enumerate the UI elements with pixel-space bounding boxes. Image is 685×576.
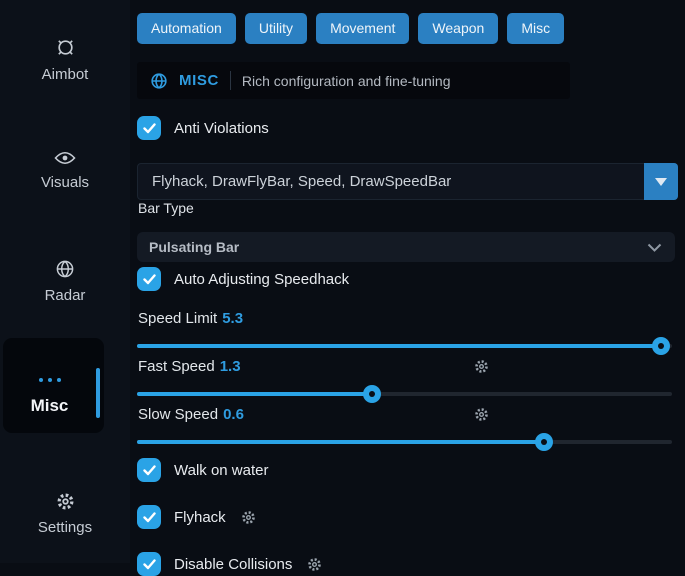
fast-speed-slider[interactable] (137, 392, 672, 396)
walk-on-water-checkbox[interactable] (137, 458, 161, 482)
gear-icon (474, 407, 489, 422)
features-select[interactable]: Flyhack, DrawFlyBar, Speed, DrawSpeedBar (137, 163, 678, 200)
active-indicator-bar (96, 368, 100, 418)
eye-icon (54, 150, 76, 166)
fast-speed-value: 1.3 (220, 358, 241, 375)
flyhack-label: Flyhack (174, 509, 226, 526)
disable-collisions-settings-button[interactable] (307, 557, 322, 572)
divider (230, 71, 231, 90)
fast-speed-settings-button[interactable] (474, 359, 489, 379)
slider-thumb[interactable] (652, 337, 670, 355)
disable-collisions-label: Disable Collisions (174, 556, 292, 573)
gear-icon (241, 510, 256, 525)
speed-limit-label: Speed Limit5.3 (138, 310, 243, 327)
check-icon (143, 465, 156, 476)
slow-speed-slider[interactable] (137, 440, 672, 444)
triangle-down-icon (655, 178, 667, 186)
slow-speed-settings-button[interactable] (474, 407, 489, 427)
globe-icon (150, 72, 168, 90)
walk-on-water-row: Walk on water (137, 458, 268, 482)
features-select-dropdown-button[interactable] (644, 163, 678, 200)
slow-speed-value: 0.6 (223, 406, 244, 423)
fast-speed-label: Fast Speed1.3 (138, 358, 241, 375)
slider-fill (137, 344, 661, 348)
section-header: MISC Rich configuration and fine-tuning (137, 62, 570, 99)
anti-violations-label: Anti Violations (174, 120, 269, 137)
ellipsis-icon (3, 378, 96, 382)
sidebar-item-aimbot[interactable]: Aimbot (0, 37, 130, 83)
sidebar-item-label: Settings (38, 519, 92, 536)
auto-adjusting-speedhack-checkbox[interactable] (137, 267, 161, 291)
slider-fill (137, 440, 544, 444)
sidebar-item-label: Visuals (41, 174, 89, 191)
speed-limit-value: 5.3 (222, 310, 243, 327)
sidebar-item-label: Aimbot (42, 66, 89, 83)
check-icon (143, 123, 156, 134)
disable-collisions-checkbox[interactable] (137, 552, 161, 576)
sidebar-item-visuals[interactable]: Visuals (0, 150, 130, 191)
speed-limit-slider[interactable] (137, 344, 672, 348)
tab-movement[interactable]: Movement (316, 13, 409, 44)
slider-thumb[interactable] (363, 385, 381, 403)
flyhack-checkbox[interactable] (137, 505, 161, 529)
flyhack-row: Flyhack (137, 505, 256, 529)
anti-violations-row: Anti Violations (137, 116, 269, 140)
flyhack-settings-button[interactable] (241, 510, 256, 525)
auto-adjusting-speedhack-label: Auto Adjusting Speedhack (174, 271, 349, 288)
chevron-down-icon (647, 243, 662, 252)
tab-utility[interactable]: Utility (245, 13, 307, 44)
check-icon (143, 512, 156, 523)
tab-weapon[interactable]: Weapon (418, 13, 498, 44)
features-select-value: Flyhack, DrawFlyBar, Speed, DrawSpeedBar (152, 164, 451, 199)
sidebar-item-radar[interactable]: Radar (0, 259, 130, 304)
check-icon (143, 559, 156, 570)
slow-speed-label: Slow Speed0.6 (138, 406, 244, 423)
sidebar-item-label: Radar (45, 287, 86, 304)
check-icon (143, 274, 156, 285)
section-title: MISC (179, 72, 219, 89)
sidebar-item-settings[interactable]: Settings (0, 492, 130, 536)
sidebar-item-misc[interactable]: Misc (3, 338, 104, 433)
auto-adjusting-speedhack-row: Auto Adjusting Speedhack (137, 267, 349, 291)
misc-panel: Automation Utility Movement Weapon Misc … (137, 0, 678, 563)
slider-thumb[interactable] (535, 433, 553, 451)
bar-type-select-value: Pulsating Bar (149, 232, 239, 262)
tab-misc[interactable]: Misc (507, 13, 564, 44)
slider-fill (137, 392, 372, 396)
gear-icon (56, 492, 75, 511)
section-subtitle: Rich configuration and fine-tuning (242, 73, 451, 89)
bar-type-label: Bar Type (138, 200, 194, 216)
sidebar-item-label: Misc (3, 396, 96, 416)
walk-on-water-label: Walk on water (174, 462, 268, 479)
gear-icon (307, 557, 322, 572)
tab-automation[interactable]: Automation (137, 13, 236, 44)
disable-collisions-row: Disable Collisions (137, 552, 322, 576)
anti-violations-checkbox[interactable] (137, 116, 161, 140)
sidebar: Aimbot Visuals Radar Misc Settings (0, 0, 130, 563)
bar-type-select[interactable]: Pulsating Bar (137, 232, 675, 262)
crosshair-icon (55, 37, 76, 58)
gear-icon (474, 359, 489, 374)
globe-icon (55, 259, 75, 279)
category-tabs: Automation Utility Movement Weapon Misc (137, 13, 564, 44)
